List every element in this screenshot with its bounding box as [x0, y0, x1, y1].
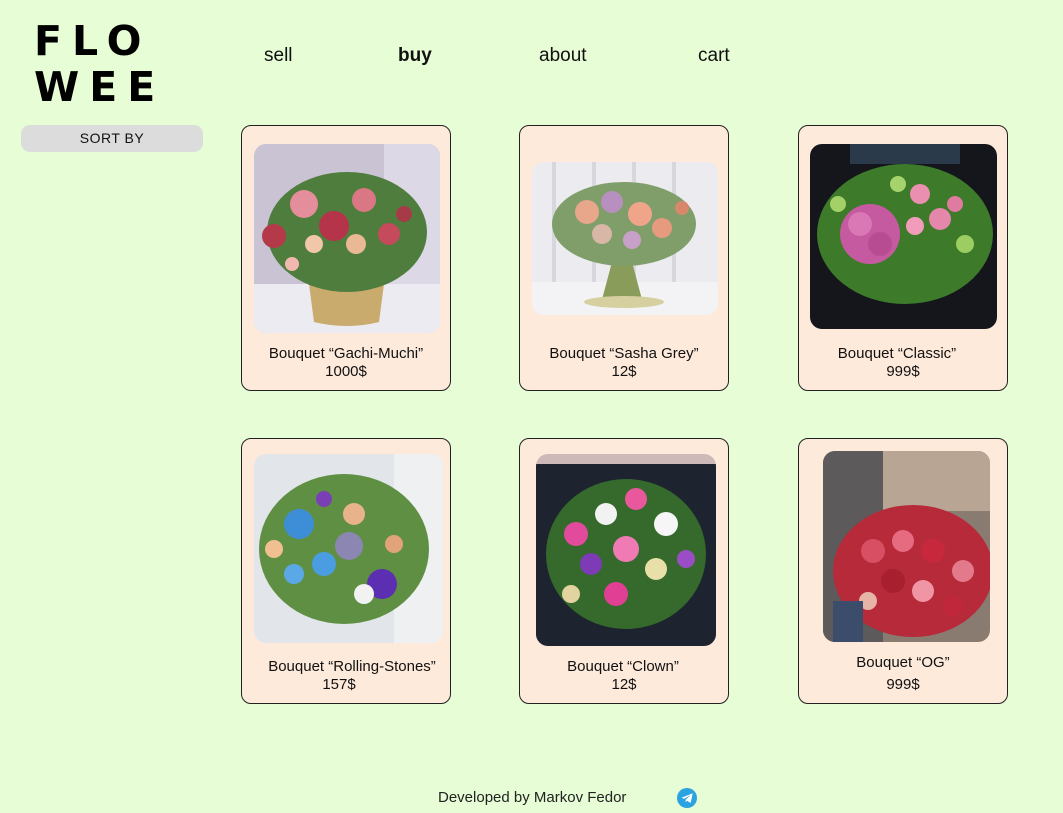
product-card[interactable]: Bouquet “Gachi-Muchi” 1000$	[241, 125, 451, 391]
product-card[interactable]: Bouquet “Clown” 12$	[519, 438, 729, 704]
product-card[interactable]: Bouquet “OG” 999$	[798, 438, 1008, 704]
bouquet-photo	[254, 454, 443, 643]
product-card[interactable]: Bouquet “Rolling-Stones” 157$	[241, 438, 451, 704]
nav-link-cart[interactable]: cart	[698, 45, 730, 67]
main-nav: sell buy about cart	[0, 45, 1063, 71]
nav-link-sell[interactable]: sell	[264, 45, 293, 67]
product-price: 12$	[611, 676, 637, 693]
product-card[interactable]: Bouquet “Classic” 999$	[798, 125, 1008, 391]
product-name: Bouquet “OG”	[856, 654, 950, 671]
product-price: 1000$	[325, 363, 367, 380]
sort-by-button[interactable]: SORT BY	[21, 125, 203, 152]
footer-credit: Developed by Markov Fedor	[438, 789, 627, 806]
product-price: 12$	[611, 363, 637, 380]
telegram-icon[interactable]	[677, 788, 697, 808]
bouquet-photo	[532, 162, 718, 315]
product-name: Bouquet “Classic”	[837, 345, 957, 362]
product-name: Bouquet “Clown”	[567, 658, 679, 675]
product-price: 999$	[886, 676, 920, 693]
bouquet-photo	[810, 144, 997, 329]
product-price: 999$	[886, 363, 920, 380]
bouquet-photo	[536, 454, 716, 646]
product-price: 157$	[322, 676, 356, 693]
bouquet-photo	[823, 451, 990, 642]
product-name: Bouquet “Sasha Grey”	[549, 345, 699, 362]
bouquet-photo	[254, 144, 440, 333]
product-card[interactable]: Bouquet “Sasha Grey” 12$	[519, 125, 729, 391]
nav-link-buy[interactable]: buy	[398, 45, 432, 67]
product-name: Bouquet “Rolling-Stones”	[268, 658, 436, 675]
nav-link-about[interactable]: about	[539, 45, 587, 67]
product-name: Bouquet “Gachi-Muchi”	[268, 345, 424, 362]
